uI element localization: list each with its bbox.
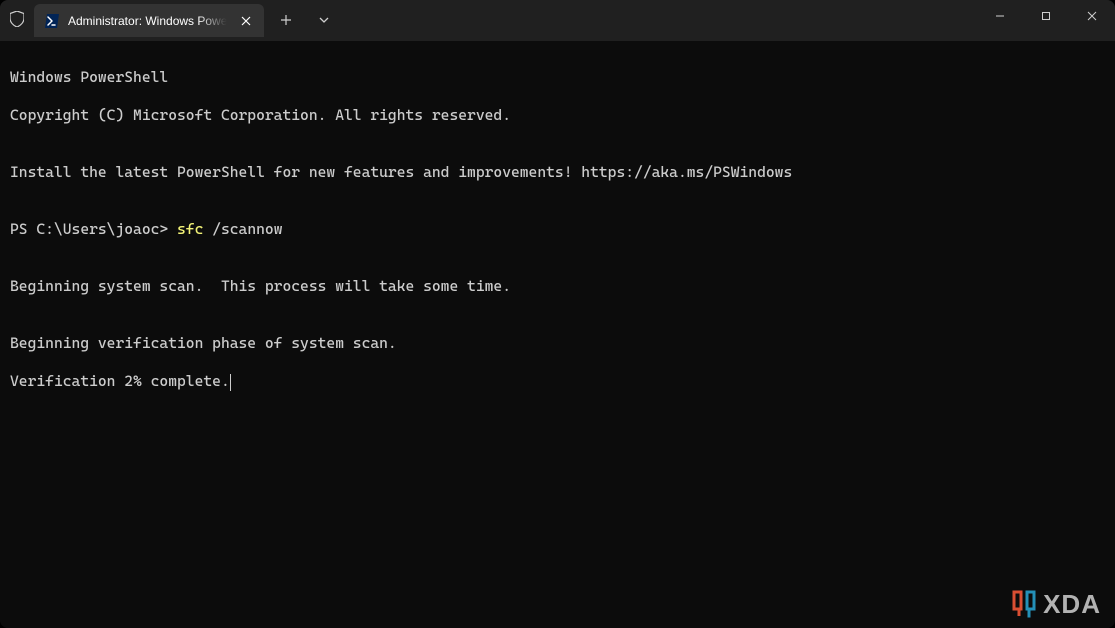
terminal-content[interactable]: Windows PowerShell Copyright (C) Microso… [0,41,1115,628]
close-window-button[interactable] [1069,0,1115,32]
powershell-icon [44,13,60,29]
window-controls [977,0,1115,41]
prompt-args: /scannow [203,220,282,238]
minimize-button[interactable] [977,0,1023,32]
verify-progress-text: Verification 2% complete. [10,372,230,390]
titlebar-left: Administrator: Windows PowerShell [0,0,340,41]
title-bar[interactable]: Administrator: Windows PowerShell [0,0,1115,41]
new-tab-button[interactable] [270,4,302,36]
terminal-line: Beginning verification phase of system s… [10,334,1105,353]
prompt-prefix: PS C:\Users\joaoc> [10,220,177,238]
terminal-line: Copyright (C) Microsoft Corporation. All… [10,106,1105,125]
xda-watermark: XDA [1011,590,1101,618]
tab-title: Administrator: Windows PowerShell [68,14,230,28]
terminal-progress-line: Verification 2% complete. [10,372,1105,391]
admin-shield-icon [10,11,24,27]
prompt-command: sfc [177,220,203,238]
terminal-cursor [230,374,231,391]
terminal-line: Beginning system scan. This process will… [10,277,1105,296]
maximize-button[interactable] [1023,0,1069,32]
xda-logo-icon [1011,590,1037,618]
terminal-line: Install the latest PowerShell for new fe… [10,163,1105,182]
tab-close-button[interactable] [238,13,254,29]
terminal-line: Windows PowerShell [10,68,1105,87]
active-tab[interactable]: Administrator: Windows PowerShell [34,4,264,37]
tab-dropdown-button[interactable] [308,4,340,36]
terminal-window: Administrator: Windows PowerShell [0,0,1115,628]
terminal-prompt-line: PS C:\Users\joaoc> sfc /scannow [10,220,1105,239]
xda-watermark-text: XDA [1043,595,1101,614]
